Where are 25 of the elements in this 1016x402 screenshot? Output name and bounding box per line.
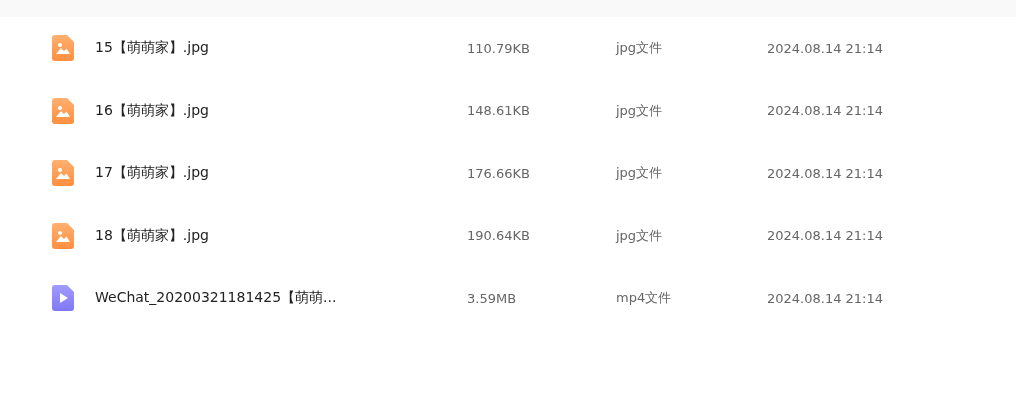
file-name[interactable]: 18【萌萌家】.jpg: [95, 226, 467, 245]
file-name[interactable]: 17【萌萌家】.jpg: [95, 164, 467, 183]
file-type: mp4文件: [616, 289, 673, 308]
file-type: jpg文件: [616, 39, 664, 58]
modified-time: 2024.08.14 21:14: [767, 40, 884, 56]
file-size: 110.79KB: [467, 40, 531, 56]
file-name[interactable]: WeChat_20200321181425【萌萌...: [95, 289, 467, 308]
file-size: 176.66KB: [467, 165, 531, 181]
modified-time: 2024.08.14 21:14: [767, 165, 884, 181]
image-file-icon: [52, 35, 74, 62]
file-size: 148.61KB: [467, 103, 531, 119]
file-size: 190.64KB: [467, 228, 531, 244]
image-file-icon: [52, 222, 74, 249]
modified-time: 2024.08.14 21:14: [767, 290, 884, 306]
image-file-icon: [52, 160, 74, 187]
file-type: jpg文件: [616, 226, 664, 245]
file-type: jpg文件: [616, 101, 664, 120]
modified-time: 2024.08.14 21:14: [767, 103, 884, 119]
image-file-icon: [52, 97, 74, 124]
file-name[interactable]: 16【萌萌家】.jpg: [95, 101, 467, 120]
modified-time: 2024.08.14 21:14: [767, 228, 884, 244]
file-type: jpg文件: [616, 164, 664, 183]
video-file-icon: [52, 285, 74, 312]
file-name[interactable]: 15【萌萌家】.jpg: [95, 39, 467, 58]
file-size: 3.59MB: [467, 290, 518, 306]
